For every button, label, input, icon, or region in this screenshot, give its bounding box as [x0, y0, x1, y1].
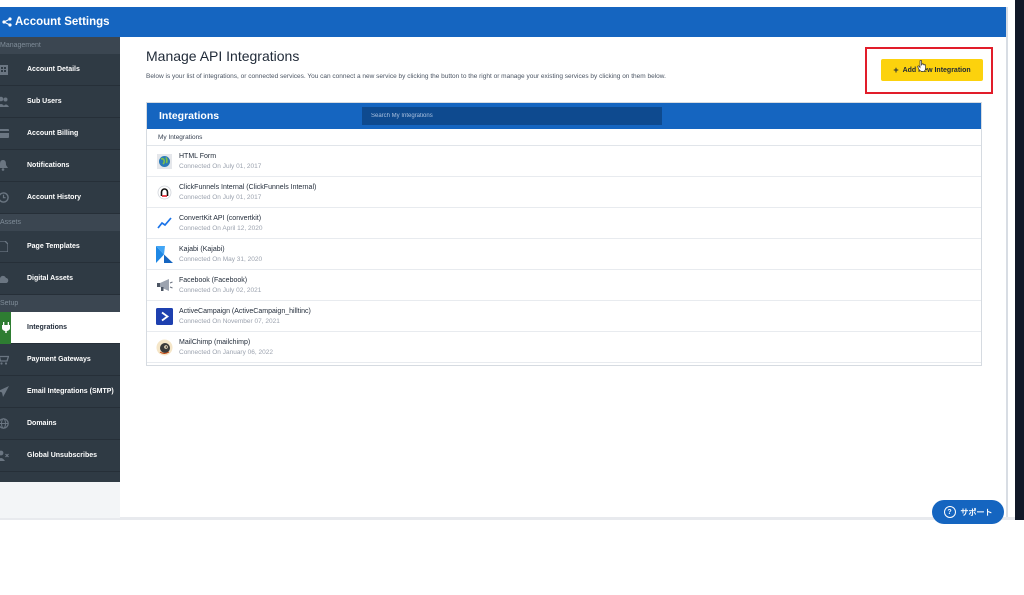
megaphone-icon [156, 277, 173, 294]
integration-row[interactable]: MailChimp (mailchimp) Connected On Januar… [147, 332, 981, 363]
page-description: Below is your list of integrations, or c… [146, 73, 666, 80]
sidebar-item-account-details[interactable]: Account Details [0, 54, 120, 86]
sidebar-item-account-history[interactable]: Account History [0, 182, 120, 214]
integration-name: MailChimp (mailchimp) [179, 338, 251, 346]
share-nodes-icon [2, 17, 12, 27]
integration-name: Facebook (Facebook) [179, 276, 248, 284]
cart-icon [0, 352, 11, 368]
sidebar-item-label: Payment Gateways [27, 356, 91, 363]
integration-row[interactable]: ActiveCampaign (ActiveCampaign_hilltinc)… [147, 301, 981, 332]
file-icon [0, 239, 11, 255]
kajabi-icon [156, 245, 173, 263]
sidebar-item-label: Account Details [27, 66, 80, 73]
clickfunnels-icon [156, 184, 173, 201]
content-border [1006, 7, 1008, 517]
integration-name: ConvertKit API (convertkit) [179, 214, 262, 222]
sidebar-section-setup: Setup [0, 295, 120, 312]
globe-icon [156, 153, 173, 170]
integration-name: ClickFunnels Internal (ClickFunnels Inte… [179, 183, 317, 191]
integration-connected-date: Connected On January 06, 2022 [179, 348, 273, 356]
integrations-panel: Integrations My Integrations HTML Form Co… [146, 102, 982, 366]
app-title: Account Settings [15, 16, 110, 28]
sidebar-item-label: Email Integrations (SMTP) [27, 388, 114, 395]
sidebar-item-sub-users[interactable]: Sub Users [0, 86, 120, 118]
sidebar-item-label: Notifications [27, 162, 70, 169]
integration-connected-date: Connected On July 01, 2017 [179, 193, 262, 201]
integration-connected-date: Connected On April 12, 2020 [179, 224, 263, 232]
integration-name: HTML Form [179, 152, 217, 160]
add-integration-highlight: + Add New Integration [865, 47, 993, 94]
mailchimp-icon [156, 339, 173, 356]
clock-icon [0, 190, 11, 206]
integrations-panel-title: Integrations [159, 110, 220, 122]
support-button[interactable]: ? サポート [932, 500, 1004, 524]
integration-name: Kajabi (Kajabi) [179, 245, 225, 253]
sidebar-item-page-templates[interactable]: Page Templates [0, 231, 120, 263]
sidebar: Management Account Details Sub Users Acc… [0, 37, 120, 482]
main-content: Manage API Integrations Below is your li… [146, 48, 982, 80]
integration-row[interactable]: ConvertKit API (convertkit) Connected On … [147, 208, 981, 239]
integration-connected-date: Connected On May 31, 2020 [179, 255, 263, 263]
page-title: Manage API Integrations [146, 48, 300, 64]
sidebar-item-digital-assets[interactable]: Digital Assets [0, 263, 120, 295]
sidebar-item-email-integrations[interactable]: Email Integrations (SMTP) [0, 376, 120, 408]
sidebar-item-integrations[interactable]: Integrations [0, 311, 120, 344]
integration-name: ActiveCampaign (ActiveCampaign_hilltinc) [179, 307, 311, 315]
app-header: Account Settings [0, 7, 1007, 37]
window-edge [1015, 0, 1024, 520]
sidebar-item-label: Page Templates [27, 243, 80, 250]
sidebar-item-label: Domains [27, 420, 57, 427]
page: Account Settings Management Account Deta… [0, 0, 1024, 595]
users-icon [0, 94, 11, 110]
building-icon [0, 62, 11, 78]
sidebar-item-account-billing[interactable]: Account Billing [0, 118, 120, 150]
support-label: サポート [960, 507, 993, 517]
sidebar-item-notifications[interactable]: Notifications [0, 150, 120, 182]
sidebar-item-global-unsubscribes[interactable]: Global Unsubscribes [0, 440, 120, 472]
integration-connected-date: Connected On November 07, 2021 [179, 317, 280, 325]
integration-row[interactable]: Facebook (Facebook) Connected On July 02,… [147, 270, 981, 301]
plug-icon [0, 311, 11, 344]
integration-connected-date: Connected On July 01, 2017 [179, 162, 262, 170]
sidebar-item-domains[interactable]: Domains [0, 408, 120, 440]
sidebar-item-label: Global Unsubscribes [27, 452, 98, 459]
integration-row[interactable]: HTML Form Connected On July 01, 2017 [147, 146, 981, 177]
globe-icon [0, 416, 11, 432]
add-new-integration-button[interactable]: + Add New Integration [881, 59, 983, 81]
sidebar-footer [0, 482, 120, 518]
sidebar-item-label: Integrations [27, 324, 68, 331]
bottom-divider [0, 517, 1015, 520]
hand-cursor-icon [917, 60, 926, 72]
sidebar-item-label: Sub Users [27, 98, 62, 105]
sidebar-item-label: Account History [27, 194, 82, 201]
integration-row[interactable]: ClickFunnels Internal (ClickFunnels Inte… [147, 177, 981, 208]
sidebar-item-payment-gateways[interactable]: Payment Gateways [0, 344, 120, 376]
credit-card-icon [0, 126, 11, 142]
sidebar-item-label: Digital Assets [27, 275, 74, 282]
question-circle-icon: ? [943, 506, 956, 518]
cloud-icon [0, 271, 11, 287]
paper-plane-icon [0, 384, 11, 400]
integration-connected-date: Connected On July 02, 2021 [179, 286, 262, 294]
search-integrations-input[interactable] [362, 107, 662, 125]
add-button-label: Add New Integration [902, 66, 971, 74]
integration-row[interactable]: Kajabi (Kajabi) Connected On May 31, 2020 [147, 239, 981, 270]
bell-icon [0, 158, 11, 174]
sidebar-section-management: Management [0, 37, 120, 54]
sidebar-section-assets: Assets [0, 214, 120, 231]
my-integrations-subheader: My Integrations [147, 129, 981, 146]
sidebar-item-label: Account Billing [27, 130, 79, 137]
user-x-icon [0, 448, 11, 464]
chart-line-icon [156, 215, 173, 232]
integrations-panel-header: Integrations [147, 103, 981, 129]
activecampaign-icon [156, 307, 173, 325]
plus-icon: + [893, 65, 899, 75]
